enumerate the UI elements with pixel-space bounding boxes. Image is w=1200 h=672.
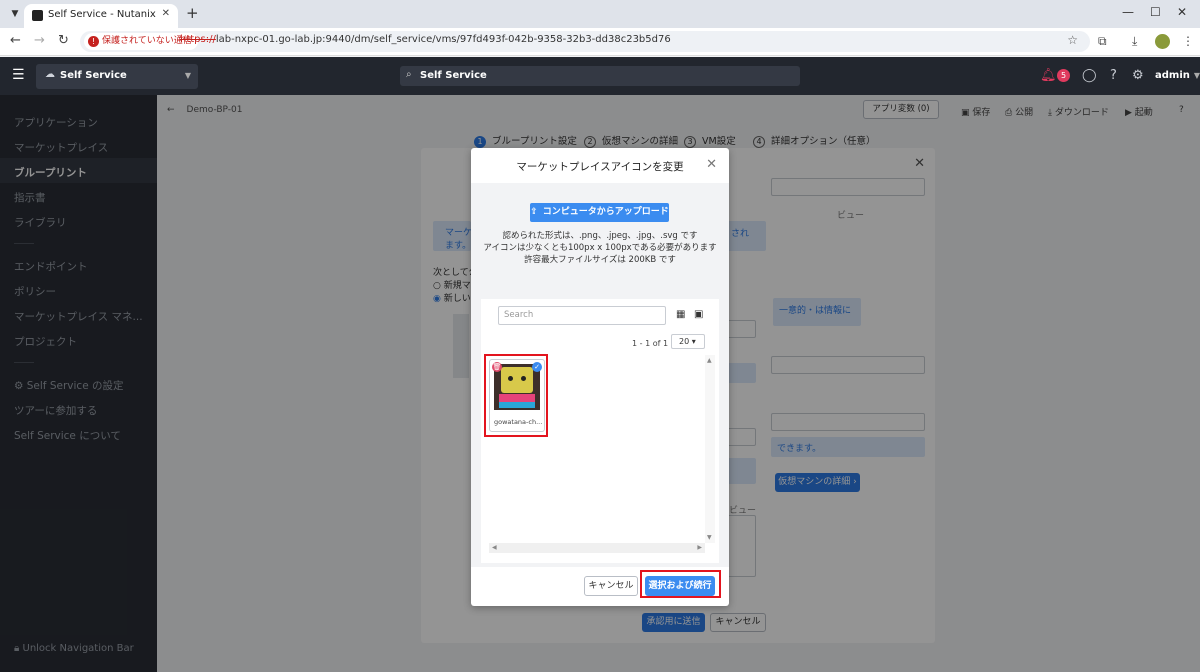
warning-icon: ! (88, 36, 99, 47)
chevron-down-icon: ▼ (184, 71, 191, 80)
app-name: Self Service (60, 70, 127, 81)
download-icon[interactable]: ⤓ (1132, 34, 1137, 49)
browser-tabbar: ▼ Self Service - Nutanix ✕ + — ☐ ✕ (0, 0, 1200, 28)
minimize-icon[interactable]: — (1122, 5, 1134, 19)
icon-search-input[interactable]: Search (498, 306, 666, 325)
url-text: https://lab-nxpc-01.go-lab.jp:9440/dm/se… (180, 34, 671, 45)
cloud-icon: ☁ (45, 69, 55, 80)
pagination-text: 1 - 1 of 1 (632, 339, 669, 348)
url-scheme: https:// (180, 34, 216, 45)
back-icon[interactable]: ← (10, 33, 21, 48)
close-window-icon[interactable]: ✕ (1177, 5, 1187, 19)
alert-count-badge: 5 (1057, 69, 1070, 82)
nutanix-favicon-icon (32, 10, 43, 21)
size-requirement-note: アイコンは少なくとも100px x 100pxである必要があります (483, 243, 717, 253)
horizontal-scrollbar[interactable]: ◀ ▶ (489, 543, 705, 553)
browser-menu-icon[interactable]: ⋮ (1182, 34, 1194, 48)
user-menu[interactable]: admin ▼ (1155, 70, 1200, 81)
help-icon[interactable]: ? (1110, 68, 1117, 83)
chevron-down-icon: ▾ (689, 337, 696, 346)
user-name: admin (1155, 70, 1190, 81)
forward-icon[interactable]: → (34, 33, 45, 48)
chevron-down-icon: ▼ (1193, 71, 1200, 80)
profile-avatar[interactable] (1155, 34, 1170, 49)
browser-tab[interactable]: Self Service - Nutanix ✕ (24, 4, 178, 28)
allowed-formats-note: 認められた形式は、.png、.jpeg、.jpg、.svg です (502, 231, 698, 241)
modal-title: マーケットプレイスアイコンを変更 (516, 161, 684, 173)
scroll-left-icon[interactable]: ◀ (492, 544, 497, 551)
extensions-icon[interactable]: ⧉ (1098, 34, 1107, 49)
global-search-text: Self Service (420, 70, 487, 81)
tab-close-icon[interactable]: ✕ (162, 8, 170, 19)
app-switcher[interactable]: ☁ Self Service ▼ (36, 64, 198, 89)
url-path: lab-nxpc-01.go-lab.jp:9440/dm/self_servi… (215, 34, 671, 45)
global-search-input[interactable]: ⌕ Self Service (400, 66, 800, 86)
search-icon: ⌕ (406, 69, 412, 80)
upload-from-computer-button[interactable]: ⇪ コンピュータからアップロード (530, 203, 669, 222)
highlight-confirm-button (640, 570, 721, 598)
bookmark-star-icon[interactable]: ☆ (1067, 33, 1078, 47)
tasks-circle-icon[interactable]: ◯ (1082, 68, 1097, 83)
app-header: ☰ ☁ Self Service ▼ ⌕ Self Service 🔔︎ 5 ◯… (0, 57, 1200, 95)
address-bar[interactable]: ! 保護されていない通信 https://lab-nxpc-01.go-lab.… (80, 31, 1090, 52)
tab-list-button[interactable]: ▼ (6, 5, 24, 23)
upload-area: ⇪ コンピュータからアップロード 認められた形式は、.png、.jpeg、.jpg… (471, 183, 729, 296)
alert-bell-icon[interactable]: 🔔︎ (1040, 68, 1057, 83)
reload-icon[interactable]: ↻ (58, 33, 69, 48)
cancel-button[interactable]: キャンセル (584, 576, 638, 596)
scroll-up-icon[interactable]: ▲ (707, 357, 712, 364)
tab-title: Self Service - Nutanix (48, 9, 156, 20)
vertical-scrollbar[interactable]: ▲ ▼ (705, 355, 715, 543)
per-page-select[interactable]: 20 ▾ (671, 334, 705, 349)
insecure-label: 保護されていない通信 (102, 36, 192, 46)
grid-small-view-icon[interactable]: ▦ (676, 309, 685, 320)
close-icon[interactable]: ✕ (706, 157, 717, 172)
highlight-icon-card (484, 354, 548, 437)
grid-large-view-icon[interactable]: ▣ (694, 309, 703, 320)
new-tab-button[interactable]: + (186, 4, 199, 22)
upload-icon: ⇪ (530, 207, 538, 217)
scroll-right-icon[interactable]: ▶ (697, 544, 702, 551)
browser-toolbar: ← → ↻ ! 保護されていない通信 https://lab-nxpc-01.g… (0, 28, 1200, 56)
hamburger-menu-icon[interactable]: ☰ (12, 67, 25, 83)
scroll-down-icon[interactable]: ▼ (707, 534, 712, 541)
upload-button-label: コンピュータからアップロード (542, 207, 669, 217)
settings-gear-icon[interactable]: ⚙ (1132, 68, 1144, 83)
maximize-icon[interactable]: ☐ (1150, 5, 1161, 19)
max-size-note: 許容最大ファイルサイズは 200KB です (524, 255, 676, 265)
per-page-value: 20 (679, 337, 690, 346)
